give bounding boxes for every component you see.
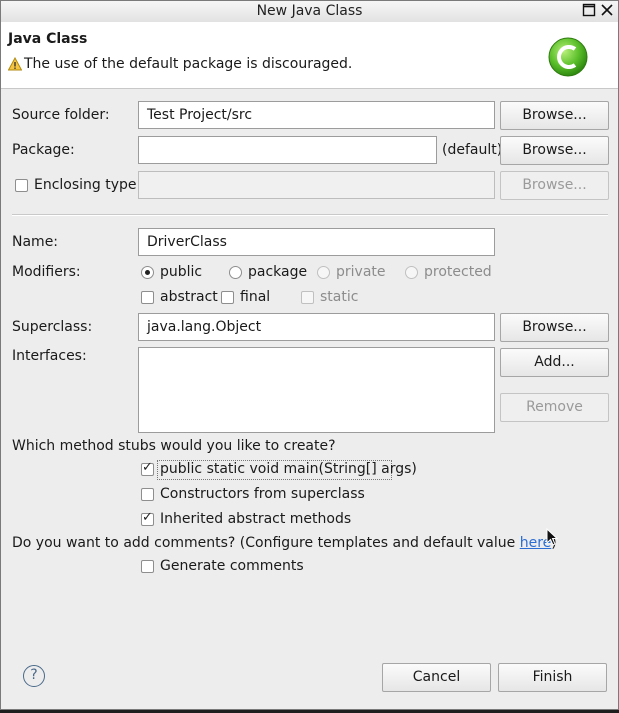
enclosing-type-browse-button: Browse... [500,171,609,200]
finish-button[interactable]: Finish [498,663,607,692]
wizard-header: Java Class The use of the default packag… [1,22,618,89]
warning-message: The use of the default package is discou… [7,56,353,72]
close-icon[interactable] [599,3,615,19]
superclass-field[interactable]: java.lang.Object [138,313,495,341]
package-radio[interactable] [229,266,242,279]
source-folder-field[interactable]: Test Project/src [138,101,495,129]
name-label: Name: [12,234,59,250]
protected-radio [405,266,418,279]
comments-question-text: Do you want to add comments? (Configure … [12,535,520,551]
protected-radio-label: protected [424,264,492,280]
separator [12,214,608,216]
package-default-label: (default) [442,142,503,158]
method-stubs-question: Which method stubs would you like to cre… [12,438,336,454]
enclosing-type-label: Enclosing type: [34,177,142,193]
static-checkbox [301,291,314,304]
package-radio-label: package [248,264,308,280]
abstract-checkbox[interactable] [141,291,154,304]
superclass-label: Superclass: [12,319,93,335]
help-icon[interactable]: ? [23,665,45,687]
comments-question: Do you want to add comments? (Configure … [12,535,557,551]
package-label: Package: [12,142,75,158]
modifiers-label: Modifiers: [12,264,81,280]
window-title: New Java Class [256,3,363,19]
inherited-abstract-checkbox[interactable] [141,510,154,526]
superclass-browse-button[interactable]: Browse... [500,313,609,342]
remove-interface-button: Remove [500,393,609,422]
private-radio-label: private [336,264,386,280]
wizard-title: Java Class [8,31,88,47]
package-field[interactable] [138,136,437,164]
enclosing-type-checkbox[interactable] [15,179,28,192]
private-radio [317,266,330,279]
inherited-abstract-label: Inherited abstract methods [160,511,352,527]
name-field[interactable]: DriverClass [138,228,495,256]
interfaces-list[interactable] [138,347,495,433]
public-radio-label: public [160,264,203,280]
final-label: final [240,289,271,305]
interfaces-label: Interfaces: [12,348,87,364]
constructors-label: Constructors from superclass [160,486,365,502]
source-folder-browse-button[interactable]: Browse... [500,101,609,130]
maximize-icon[interactable] [581,3,597,19]
add-interface-button[interactable]: Add... [500,348,609,377]
source-folder-label: Source folder: [12,107,110,123]
constructors-checkbox[interactable] [141,488,154,501]
abstract-label: abstract [160,289,218,305]
enclosing-type-field [138,171,495,199]
final-checkbox[interactable] [221,291,234,304]
static-label: static [320,289,359,305]
mouse-pointer-icon [546,527,559,546]
title-bar: New Java Class [1,1,618,23]
package-browse-button[interactable]: Browse... [500,136,609,165]
dialog-window: New Java Class Java Class The use of the… [0,0,619,710]
cancel-button[interactable]: Cancel [382,663,491,692]
generate-comments-label: Generate comments [160,558,304,574]
warning-icon [7,56,23,71]
main-method-checkbox[interactable] [141,460,154,476]
java-class-icon [547,36,589,78]
warning-text: The use of the default package is discou… [24,56,353,72]
generate-comments-checkbox[interactable] [141,560,154,573]
public-radio[interactable] [141,266,154,279]
main-method-label: public static void main(String[] args) [160,461,417,477]
